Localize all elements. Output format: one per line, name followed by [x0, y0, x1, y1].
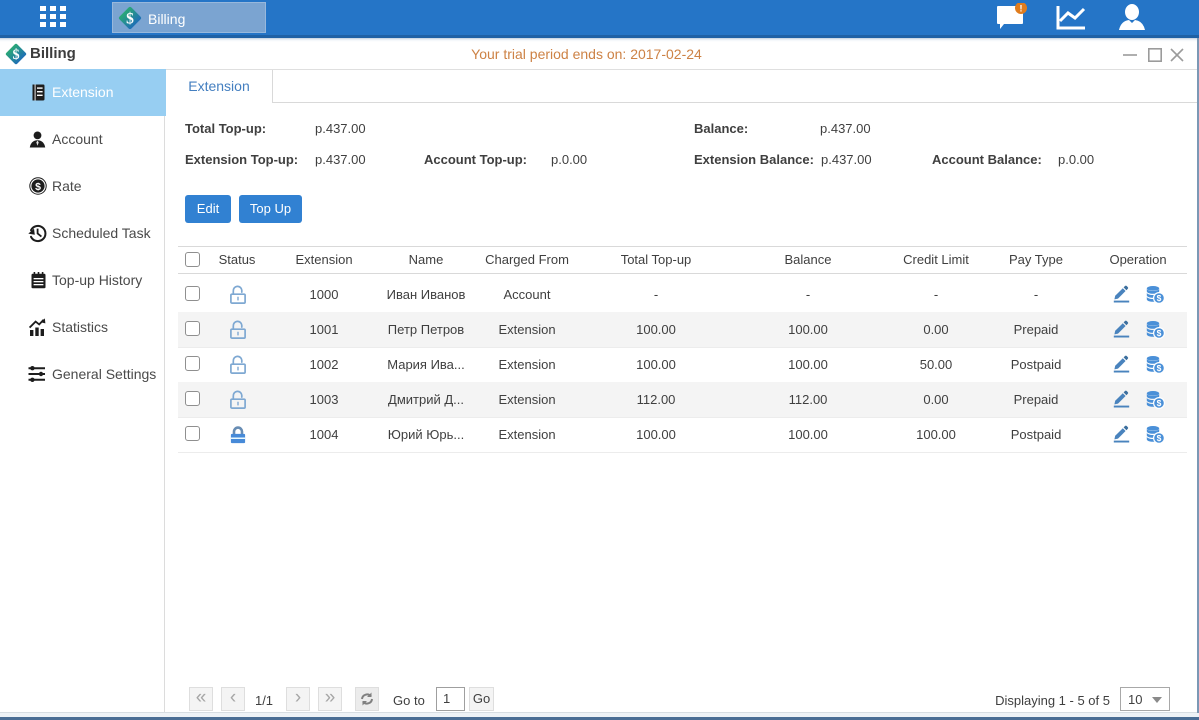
svg-text:$: $: [1157, 363, 1162, 373]
svg-text:$: $: [126, 11, 134, 28]
svg-text:$: $: [1157, 293, 1162, 303]
svg-text:$: $: [1157, 398, 1162, 408]
svg-text:$: $: [1157, 328, 1162, 338]
svg-text:!: !: [1020, 4, 1023, 14]
svg-text:$: $: [1157, 433, 1162, 443]
svg-text:$: $: [35, 181, 41, 193]
